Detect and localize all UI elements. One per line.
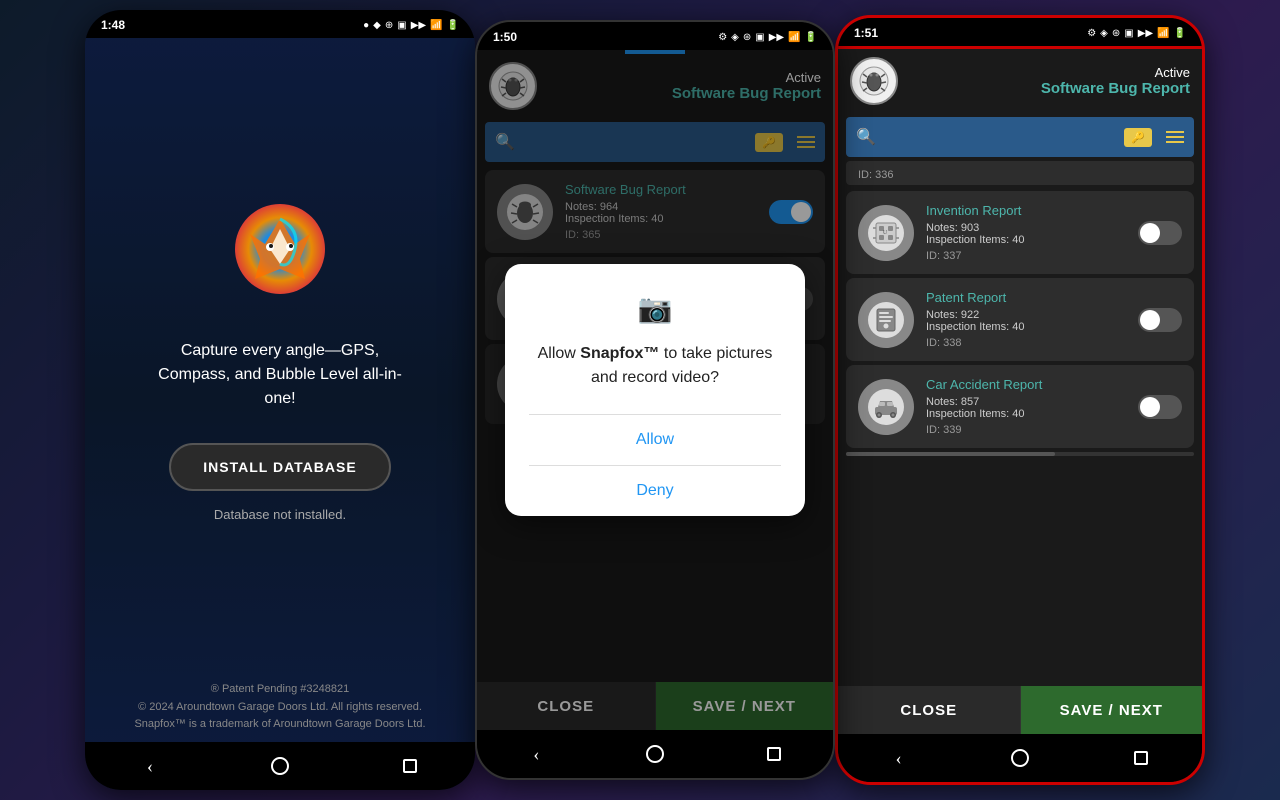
screen3-status-icons: ⚙ ◈ ⊛ ▣ ▶▶ 📶 🔋	[1087, 28, 1186, 39]
screen1-content: Capture every angle—GPS, Compass, and Bu…	[85, 38, 475, 742]
permission-dialog: 📷 Allow Snapfox™ to take pictures and re…	[505, 264, 805, 516]
back-button[interactable]: ‹	[889, 748, 909, 768]
close-button[interactable]: CLOSE	[838, 686, 1021, 734]
screen1-status-bar: 1:48 ● ◆ ⊕ ▣ ▶▶ 📶 🔋	[85, 10, 475, 38]
screen3-header: Active Software Bug Report	[838, 49, 1202, 113]
bug-icon	[850, 57, 898, 105]
back-button[interactable]: ‹	[526, 744, 546, 764]
list-item[interactable]: Car Accident Report Notes: 857 Inspectio…	[846, 365, 1194, 448]
deny-button[interactable]: Deny	[529, 466, 781, 516]
screen3-nav-bar: ‹	[838, 734, 1202, 782]
screen2-status-icons: ⚙ ◈ ⊛ ▣ ▶▶ 📶 🔋	[718, 32, 817, 43]
item-info: Invention Report Notes: 903 Inspection I…	[926, 203, 1126, 262]
screen3-bottom-buttons: CLOSE SAVE / NEXT	[838, 686, 1202, 734]
recents-button[interactable]	[1131, 748, 1151, 768]
screen3-search-bar: 🔍 🔑	[846, 117, 1194, 157]
screen1-status-icons: ● ◆ ⊕ ▣ ▶▶ 📶 🔋	[363, 20, 459, 31]
screen2-time: 1:50	[493, 30, 517, 44]
screen2-nav-bar: ‹	[477, 730, 833, 778]
screen1-time: 1:48	[101, 18, 125, 32]
toggle-switch[interactable]	[1138, 308, 1182, 332]
camera-icon: 📷	[529, 292, 781, 326]
list-item[interactable]: Patent Report Notes: 922 Inspection Item…	[846, 278, 1194, 361]
back-button[interactable]: ‹	[140, 756, 160, 776]
svg-text:U: U	[883, 230, 888, 236]
recents-button[interactable]	[400, 756, 420, 776]
item-info: Car Accident Report Notes: 857 Inspectio…	[926, 377, 1126, 436]
screen1-footer: ® Patent Pending #3248821 © 2024 Aroundt…	[85, 681, 475, 734]
home-button[interactable]	[1010, 748, 1030, 768]
toggle-switch[interactable]	[1138, 395, 1182, 419]
screens-container: 1:48 ● ◆ ⊕ ▣ ▶▶ 📶 🔋	[0, 0, 1280, 800]
list-item[interactable]: U Invention Report Notes: 903 Inspection…	[846, 191, 1194, 274]
item-thumbnail	[858, 292, 914, 348]
scrollbar-track	[846, 452, 1194, 456]
home-button[interactable]	[645, 744, 665, 764]
install-database-button[interactable]: INSTALL DATABASE	[169, 443, 390, 491]
screen1-frame: 1:48 ● ◆ ⊕ ▣ ▶▶ 📶 🔋	[85, 10, 475, 790]
dialog-message: Allow Snapfox™ to take pictures and reco…	[529, 342, 781, 390]
database-status: Database not installed.	[214, 507, 346, 522]
screen3-header-title: Active Software Bug Report	[908, 65, 1190, 97]
screen1-nav-bar: ‹	[85, 742, 475, 790]
toggle-switch[interactable]	[1138, 221, 1182, 245]
fox-logo	[230, 199, 330, 299]
search-icon: 🔍	[856, 127, 876, 147]
menu-icon[interactable]	[1166, 131, 1184, 143]
item-thumbnail	[858, 379, 914, 435]
save-next-button[interactable]: SAVE / NEXT	[1021, 686, 1203, 734]
allow-button[interactable]: Allow	[529, 415, 781, 465]
key-icon: 🔑	[1124, 128, 1152, 147]
app-name: Snapfox™	[580, 345, 659, 362]
item-thumbnail: U	[858, 205, 914, 261]
screen3-time: 1:51	[854, 26, 878, 40]
partial-item: ID: 336	[846, 161, 1194, 185]
screen2-status-bar: 1:50 ⚙ ◈ ⊛ ▣ ▶▶ 📶 🔋	[477, 22, 833, 50]
item-info: Patent Report Notes: 922 Inspection Item…	[926, 290, 1126, 349]
screen1-tagline: Capture every angle—GPS, Compass, and Bu…	[150, 339, 410, 411]
patent-text: ® Patent Pending #3248821 © 2024 Aroundt…	[105, 681, 455, 734]
permission-dialog-overlay: 📷 Allow Snapfox™ to take pictures and re…	[477, 50, 833, 730]
screen2-frame: 1:50 ⚙ ◈ ⊛ ▣ ▶▶ 📶 🔋	[475, 20, 835, 780]
screen3-frame: 1:51 ⚙ ◈ ⊛ ▣ ▶▶ 📶 🔋	[835, 15, 1205, 785]
home-button[interactable]	[270, 756, 290, 776]
recents-button[interactable]	[764, 744, 784, 764]
scrollbar-thumb	[846, 452, 1055, 456]
screen3-status-bar: 1:51 ⚙ ◈ ⊛ ▣ ▶▶ 📶 🔋	[838, 18, 1202, 46]
